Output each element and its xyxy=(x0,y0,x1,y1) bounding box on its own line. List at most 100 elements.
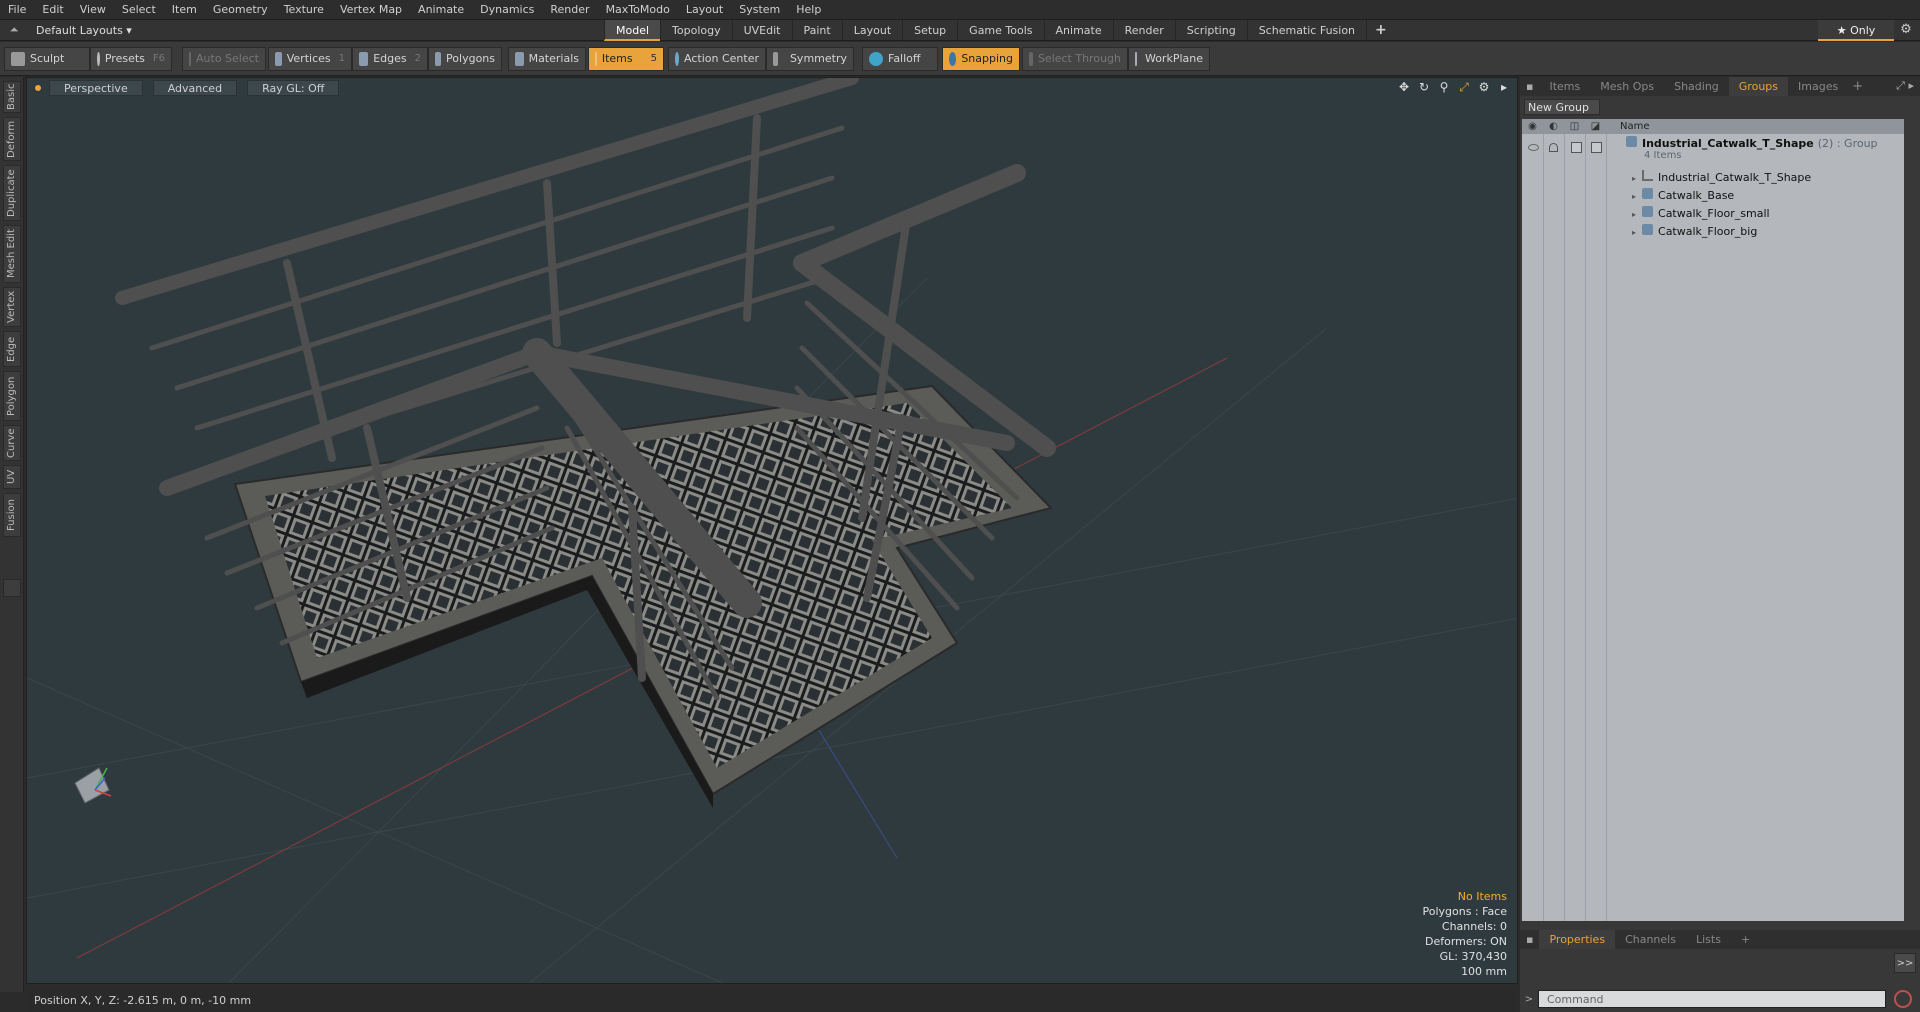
tab-lists[interactable]: Lists xyxy=(1686,930,1731,949)
tab-groups[interactable]: Groups xyxy=(1728,77,1789,96)
select-header-icon[interactable]: ◪ xyxy=(1585,121,1606,132)
sculpt-button[interactable]: Sculpt xyxy=(4,47,90,71)
viewport-menu-dot[interactable] xyxy=(35,85,41,91)
render-header-icon[interactable]: ◫ xyxy=(1564,121,1585,132)
vtab-fusion[interactable]: Fusion xyxy=(3,493,21,537)
vtab-duplicate[interactable]: Duplicate xyxy=(3,165,21,221)
tab-game-tools[interactable]: Game Tools xyxy=(957,20,1043,41)
name-column-header[interactable]: Name xyxy=(1620,121,1650,132)
auto-select-button[interactable]: Auto Select xyxy=(182,47,266,71)
tab-animate[interactable]: Animate xyxy=(1043,20,1113,41)
tab-layout[interactable]: Layout xyxy=(841,20,902,41)
menu-render[interactable]: Render xyxy=(542,3,597,16)
materials-button[interactable]: Materials xyxy=(508,47,586,71)
expand-arrow-icon[interactable]: ▸ xyxy=(1632,228,1636,237)
command-input[interactable]: Command xyxy=(1538,990,1886,1008)
rotate-icon[interactable]: ↻ xyxy=(1417,80,1431,94)
panel-menu-icon[interactable]: ▪ xyxy=(1520,77,1539,96)
menu-system[interactable]: System xyxy=(731,3,788,16)
expand-button[interactable]: >> xyxy=(1894,953,1916,973)
add-tab-button[interactable]: + xyxy=(1366,20,1395,41)
menu-animate[interactable]: Animate xyxy=(410,3,472,16)
panel-expand-icon[interactable]: ⤢ ▸ xyxy=(1896,79,1914,93)
expand-arrow-icon[interactable]: ▸ xyxy=(1632,192,1636,201)
menu-texture[interactable]: Texture xyxy=(276,3,332,16)
tab-mesh-ops[interactable]: Mesh Ops xyxy=(1590,77,1664,96)
properties-menu-icon[interactable]: ▪ xyxy=(1520,930,1539,949)
only-toggle[interactable]: ★ Only xyxy=(1818,20,1894,41)
select-checkbox[interactable] xyxy=(1591,142,1602,153)
list-item[interactable]: ▸ Catwalk_Floor_small xyxy=(1522,204,1904,222)
menu-geometry[interactable]: Geometry xyxy=(205,3,276,16)
home-icon[interactable]: ⏶ xyxy=(0,23,28,37)
pan-icon[interactable]: ✥ xyxy=(1397,80,1411,94)
tab-uvedit[interactable]: UVEdit xyxy=(731,20,792,41)
tab-topology[interactable]: Topology xyxy=(660,20,732,41)
vertices-button[interactable]: Vertices 1 xyxy=(268,47,352,71)
tab-scripting[interactable]: Scripting xyxy=(1174,20,1247,41)
vtab-mesh-edit[interactable]: Mesh Edit xyxy=(3,225,21,283)
tab-images[interactable]: Images xyxy=(1788,77,1848,96)
group-row[interactable]: Industrial_Catwalk_T_Shape (2) : Group 4 … xyxy=(1522,136,1904,166)
lock-toggle-icon[interactable] xyxy=(1549,143,1558,152)
visibility-toggle-icon[interactable] xyxy=(1528,144,1539,151)
tab-items[interactable]: Items xyxy=(1539,77,1590,96)
zoom-icon[interactable]: ⚲ xyxy=(1437,80,1451,94)
action-center-button[interactable]: Action Center xyxy=(668,47,766,71)
vtab-edge[interactable]: Edge xyxy=(3,331,21,367)
menu-maxtomodo[interactable]: MaxToModo xyxy=(598,3,678,16)
list-item[interactable]: ▸ Catwalk_Base xyxy=(1522,186,1904,204)
tab-channels[interactable]: Channels xyxy=(1615,930,1686,949)
view-mode-button[interactable]: Perspective xyxy=(49,80,143,96)
tab-schematic-fusion[interactable]: Schematic Fusion xyxy=(1246,20,1366,41)
maximize-icon[interactable]: ⤢ xyxy=(1457,80,1471,94)
menu-file[interactable]: File xyxy=(0,3,34,16)
vtab-basic[interactable]: Basic xyxy=(3,81,21,113)
menu-view[interactable]: View xyxy=(72,3,114,16)
items-button[interactable]: Items 5 xyxy=(588,47,664,71)
add-properties-tab-button[interactable]: + xyxy=(1731,930,1760,949)
tab-render[interactable]: Render xyxy=(1112,20,1175,41)
tab-properties[interactable]: Properties xyxy=(1539,930,1616,949)
presets-button[interactable]: Presets F6 xyxy=(90,47,172,71)
3d-viewport[interactable]: Perspective Advanced Ray GL: Off ✥ ↻ ⚲ ⤢… xyxy=(26,77,1518,984)
tab-paint[interactable]: Paint xyxy=(791,20,842,41)
polygons-button[interactable]: Polygons xyxy=(428,47,502,71)
menu-select[interactable]: Select xyxy=(114,3,164,16)
falloff-button[interactable]: Falloff xyxy=(862,47,938,71)
raygl-button[interactable]: Ray GL: Off xyxy=(247,80,340,96)
layouts-dropdown[interactable]: Default Layouts ▾ xyxy=(28,24,140,37)
menu-dynamics[interactable]: Dynamics xyxy=(472,3,542,16)
symmetry-button[interactable]: Symmetry xyxy=(766,47,854,71)
gear-icon[interactable]: ⚙ xyxy=(1896,22,1916,37)
expand-arrow-icon[interactable]: ▸ xyxy=(1632,210,1636,219)
menu-layout[interactable]: Layout xyxy=(678,3,731,16)
menu-edit[interactable]: Edit xyxy=(34,3,71,16)
tab-shading[interactable]: Shading xyxy=(1664,77,1729,96)
vtab-curve[interactable]: Curve xyxy=(3,425,21,461)
new-group-button[interactable]: New Group xyxy=(1524,99,1600,115)
settings-icon[interactable]: ⚙ xyxy=(1477,80,1491,94)
workplane-button[interactable]: WorkPlane xyxy=(1128,47,1210,71)
edges-button[interactable]: Edges 2 xyxy=(352,47,428,71)
vtab-deform[interactable]: Deform xyxy=(3,117,21,161)
shading-button[interactable]: Advanced xyxy=(152,80,238,96)
vtab-extra[interactable] xyxy=(3,579,21,597)
snapping-button[interactable]: Snapping xyxy=(942,47,1020,71)
command-history-icon[interactable] xyxy=(1894,990,1912,1008)
lock-header-icon[interactable]: ◐ xyxy=(1543,121,1564,132)
select-through-button[interactable]: Select Through xyxy=(1022,47,1128,71)
visibility-header-icon[interactable]: ◉ xyxy=(1522,121,1543,132)
expand-arrow-icon[interactable]: ▸ xyxy=(1497,80,1511,94)
expand-arrow-icon[interactable]: ▸ xyxy=(1632,174,1636,183)
menu-item[interactable]: Item xyxy=(164,3,205,16)
vtab-uv[interactable]: UV xyxy=(3,465,21,489)
add-panel-tab-button[interactable]: + xyxy=(1848,79,1867,94)
render-checkbox[interactable] xyxy=(1571,142,1582,153)
tab-setup[interactable]: Setup xyxy=(902,20,957,41)
vtab-vertex[interactable]: Vertex xyxy=(3,287,21,327)
tab-model[interactable]: Model xyxy=(604,20,661,41)
list-item[interactable]: ▸ Industrial_Catwalk_T_Shape xyxy=(1522,168,1904,186)
menu-vertex-map[interactable]: Vertex Map xyxy=(332,3,410,16)
menu-help[interactable]: Help xyxy=(788,3,829,16)
